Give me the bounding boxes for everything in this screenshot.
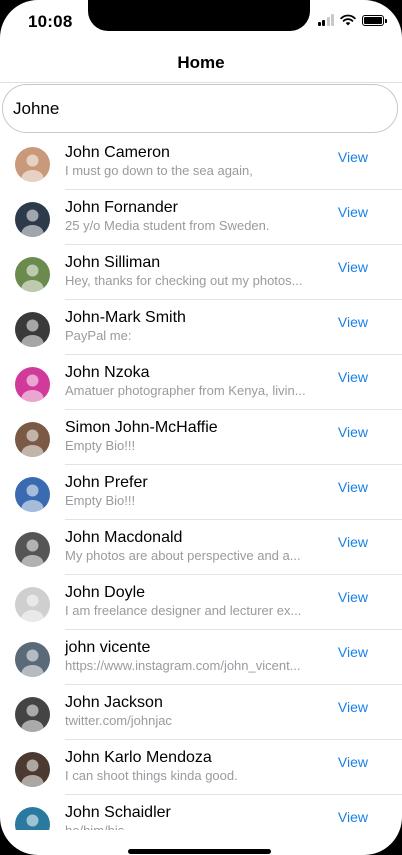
list-item[interactable]: John Fornander 25 y/o Media student from … bbox=[0, 190, 402, 245]
avatar bbox=[15, 367, 50, 402]
user-name: John Jackson bbox=[65, 694, 163, 711]
avatar bbox=[15, 477, 50, 512]
avatar bbox=[15, 587, 50, 622]
user-list[interactable]: John Cameron I must go down to the sea ag… bbox=[0, 135, 402, 830]
list-item[interactable]: John Macdonald My photos are about perspe… bbox=[0, 520, 402, 575]
user-name: John Prefer bbox=[65, 474, 148, 491]
view-button[interactable]: View bbox=[338, 259, 368, 275]
view-button[interactable]: View bbox=[338, 534, 368, 550]
user-name: Simon John-McHaffie bbox=[65, 419, 218, 436]
user-bio: Empty Bio!!! bbox=[65, 438, 136, 453]
avatar bbox=[15, 257, 50, 292]
view-button[interactable]: View bbox=[338, 369, 368, 385]
battery-icon bbox=[362, 14, 387, 26]
avatar bbox=[15, 312, 50, 347]
status-time: 10:08 bbox=[28, 12, 73, 31]
device-notch bbox=[88, 0, 310, 31]
avatar bbox=[15, 642, 50, 677]
view-button[interactable]: View bbox=[338, 314, 368, 330]
user-bio: Empty Bio!!! bbox=[65, 493, 136, 508]
user-bio: Hey, thanks for checking out my photos..… bbox=[65, 273, 303, 288]
view-button[interactable]: View bbox=[338, 589, 368, 605]
user-bio: My photos are about perspective and a... bbox=[65, 548, 301, 563]
user-name: John Silliman bbox=[65, 254, 161, 271]
avatar bbox=[15, 147, 50, 182]
user-bio: I am freelance designer and lecturer ex.… bbox=[65, 603, 302, 618]
list-item[interactable]: John Nzoka Amatuer photographer from Keny… bbox=[0, 355, 402, 410]
user-bio: https://www.instagram.com/john_vicent... bbox=[65, 658, 301, 673]
user-name: john vicente bbox=[65, 639, 151, 656]
list-item[interactable]: John Jackson twitter.com/johnjac View bbox=[0, 685, 402, 740]
user-bio: PayPal me: bbox=[65, 328, 132, 343]
user-bio: Amatuer photographer from Kenya, livin..… bbox=[65, 383, 306, 398]
list-item[interactable]: John Doyle I am freelance designer and le… bbox=[0, 575, 402, 630]
list-item[interactable]: John Prefer Empty Bio!!! View bbox=[0, 465, 402, 520]
list-item[interactable]: John Schaidler he/him/his View bbox=[0, 795, 402, 830]
user-bio: 25 y/o Media student from Sweden. bbox=[65, 218, 270, 233]
avatar bbox=[15, 752, 50, 787]
user-name: John Fornander bbox=[65, 199, 178, 216]
avatar bbox=[15, 697, 50, 732]
view-button[interactable]: View bbox=[338, 424, 368, 440]
list-item[interactable]: John Silliman Hey, thanks for checking ou… bbox=[0, 245, 402, 300]
navigation-bar: Home bbox=[0, 44, 402, 83]
user-name: John Macdonald bbox=[65, 529, 183, 546]
user-name: John Schaidler bbox=[65, 804, 171, 821]
user-bio: he/him/his bbox=[65, 823, 124, 830]
avatar bbox=[15, 532, 50, 567]
view-button[interactable]: View bbox=[338, 479, 368, 495]
app-screen: 10:08 Home John Cameron I must go down to… bbox=[0, 0, 402, 855]
avatar bbox=[15, 422, 50, 457]
user-name: John Karlo Mendoza bbox=[65, 749, 212, 766]
cellular-signal-icon bbox=[317, 14, 334, 26]
view-button[interactable]: View bbox=[338, 204, 368, 220]
avatar bbox=[15, 202, 50, 237]
view-button[interactable]: View bbox=[338, 644, 368, 660]
status-icons bbox=[317, 14, 387, 26]
user-name: John Doyle bbox=[65, 584, 146, 601]
view-button[interactable]: View bbox=[338, 809, 368, 825]
view-button[interactable]: View bbox=[338, 754, 368, 770]
user-bio: twitter.com/johnjac bbox=[65, 713, 172, 728]
view-button[interactable]: View bbox=[338, 699, 368, 715]
view-button[interactable]: View bbox=[338, 149, 368, 165]
avatar bbox=[15, 807, 50, 830]
list-item[interactable]: John Cameron I must go down to the sea ag… bbox=[0, 135, 402, 190]
page-title: Home bbox=[177, 53, 225, 72]
status-bar: 10:08 bbox=[0, 0, 402, 44]
user-name: John Cameron bbox=[65, 144, 170, 161]
list-item[interactable]: john vicente https://www.instagram.com/jo… bbox=[0, 630, 402, 685]
home-indicator bbox=[128, 849, 271, 854]
wifi-icon bbox=[340, 14, 356, 26]
list-item[interactable]: John-Mark Smith PayPal me: View bbox=[0, 300, 402, 355]
list-item[interactable]: Simon John-McHaffie Empty Bio!!! View bbox=[0, 410, 402, 465]
list-item[interactable]: John Karlo Mendoza I can shoot things kin… bbox=[0, 740, 402, 795]
user-name: John Nzoka bbox=[65, 364, 150, 381]
user-bio: I must go down to the sea again, bbox=[65, 163, 253, 178]
user-name: John-Mark Smith bbox=[65, 309, 186, 326]
search-input[interactable] bbox=[2, 84, 398, 133]
user-bio: I can shoot things kinda good. bbox=[65, 768, 238, 783]
